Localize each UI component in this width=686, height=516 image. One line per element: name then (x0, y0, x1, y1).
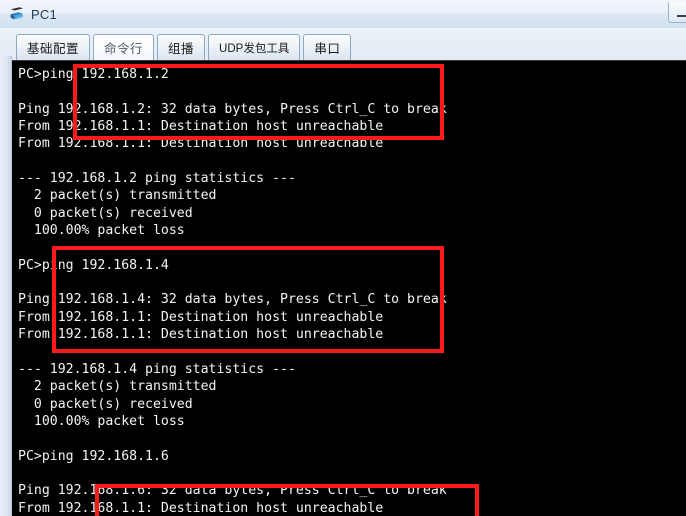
tab-multicast[interactable]: 组播 (157, 34, 206, 60)
minimize-icon (677, 15, 686, 17)
pc-device-icon (8, 5, 26, 23)
tab-udp-packet-tool[interactable]: UDP发包工具 (208, 34, 301, 60)
terminal-output: PC>ping 192.168.1.2 Ping 192.168.1.2: 32… (18, 67, 447, 516)
window-title: PC1 (31, 6, 57, 22)
window-titlebar: PC1 (0, 0, 686, 28)
tab-label: 命令行 (104, 42, 144, 56)
tab-basic-config[interactable]: 基础配置 (16, 34, 91, 60)
tab-serial-port[interactable]: 串口 (303, 34, 352, 60)
tab-strip: 基础配置 命令行 组播 UDP发包工具 串口 (0, 28, 686, 62)
tab-label: 串口 (314, 42, 341, 56)
tab-label: 组播 (168, 42, 195, 56)
command-line-terminal[interactable]: PC>ping 192.168.1.2 Ping 192.168.1.2: 32… (12, 60, 686, 516)
pc1-window: PC1 基础配置 命令行 组播 UDP发包工具 串口 PC>ping 192.168.1… (0, 0, 686, 516)
window-controls (668, 2, 686, 23)
tab-label: UDP发包工具 (219, 42, 290, 55)
window-left-gutter (0, 56, 12, 516)
tab-label: 基础配置 (27, 42, 80, 56)
minimize-button[interactable] (668, 2, 686, 23)
tab-command-line[interactable]: 命令行 (93, 34, 155, 60)
tab-list: 基础配置 命令行 组播 UDP发包工具 串口 (16, 32, 354, 60)
